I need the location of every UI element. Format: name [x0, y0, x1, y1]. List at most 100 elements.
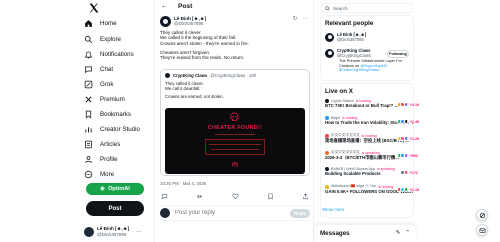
quote-image[interactable]: CHEATER FOUND!!	[165, 108, 305, 174]
avatar	[160, 208, 170, 218]
following-button[interactable]: Following	[387, 50, 409, 58]
relevant-people-panel: Relevant people Lê Đinh [☻,☻] @Dinh36789…	[320, 15, 414, 81]
articles-icon	[85, 140, 92, 148]
live-item[interactable]: 中文中文中文中文 is speaking 2026-3-4（BTC/ETH币圈山寨…	[325, 150, 418, 160]
quoted-post[interactable]: CryptKing Claws @CryptKingClaws · 10h Th…	[160, 69, 310, 176]
repost-icon[interactable]	[196, 193, 203, 200]
nav-notifications[interactable]: Notifications	[84, 48, 134, 60]
live-item[interactable]: 中文中文中文中文 is hosting 现场直播现场直播：空投上线 (BSC/BT…	[325, 133, 419, 143]
right-sidebar: Search Relevant people Lê Đinh [☻,☻] @Di…	[318, 0, 419, 242]
x-logo-icon[interactable]	[88, 2, 100, 14]
nav-profile-label: Profile	[100, 155, 118, 163]
crown-icon	[232, 161, 238, 167]
nav-home-label: Home	[100, 19, 117, 27]
listener-count: +1.4K	[407, 119, 419, 124]
left-sidebar: Home Explore Notifications Chat Grok Pre…	[78, 0, 154, 242]
author-handle[interactable]: @Dinh367895	[174, 21, 206, 26]
nav-explore-label: Explore	[100, 35, 121, 43]
tweet-text: They called it clever. We called it the …	[160, 30, 310, 60]
mail-icon	[479, 227, 485, 233]
nav-grok[interactable]: Grok	[84, 78, 113, 90]
avatar	[84, 227, 94, 237]
main-column: ← Post Lê Đinh [☻,☻] @Dinh367895 ↻ ··· T…	[154, 0, 314, 242]
nav-creator-studio-label: Creator Studio	[100, 125, 140, 133]
chevron-up-icon[interactable]: ⌃	[405, 230, 410, 236]
live-item[interactable]: Webdeploy! 🇨🇳 edge ⓝ Tue is hosting GAIN …	[325, 184, 419, 194]
back-arrow-icon[interactable]: ←	[161, 3, 168, 10]
messages-title: Messages	[320, 230, 350, 237]
post-actions	[161, 191, 309, 201]
relevant-user-bio: The Premier Infrastructure Layer For Cre…	[339, 58, 413, 73]
tweet-line: They're erased from the realm. No return…	[160, 55, 245, 61]
live-on-x-panel: Live on X Crypto Station is hosting BTC 7…	[320, 83, 419, 218]
post-button[interactable]: Post	[86, 201, 144, 216]
grok-explain-icon[interactable]: ↻	[293, 16, 298, 22]
grok-icon	[479, 212, 485, 218]
share-icon[interactable]	[302, 192, 309, 200]
nav-grok-label: Grok	[100, 80, 114, 88]
more-options-icon[interactable]: ···	[303, 16, 309, 22]
listener-count: +893	[407, 153, 418, 158]
relevant-user[interactable]: Lê Đinh [☻,☻] @Dinh367895	[325, 32, 366, 42]
nav-explore[interactable]: Explore	[84, 33, 121, 45]
x-premium-icon	[85, 96, 92, 102]
bookmark-icon	[85, 110, 92, 119]
reply-button[interactable]: Reply	[290, 208, 310, 218]
nav-bookmarks-label: Bookmarks	[100, 110, 131, 118]
quote-author-handle: @CryptKingClaws · 10h	[210, 73, 257, 78]
post-header: ← Post	[155, 0, 315, 13]
listener-count: +1.1K	[407, 187, 419, 192]
nav-creator-studio[interactable]: Creator Studio	[84, 123, 140, 135]
relevant-user[interactable]: CryptKing Claws @CryptKingClaws	[325, 48, 371, 58]
reply-icon[interactable]	[161, 193, 168, 200]
relevant-user-handle: @Dinh367895	[337, 37, 364, 42]
bio-link[interactable]: $ClottoCryptKingClaws	[339, 67, 379, 72]
cheater-found-title: CHEATER FOUND!!	[207, 125, 263, 131]
nav-home[interactable]: Home	[84, 17, 117, 29]
nav-premium[interactable]: Premium	[84, 93, 125, 105]
nav-more[interactable]: More	[84, 168, 114, 180]
more-options-icon[interactable]: ···	[136, 229, 141, 235]
more-icon	[84, 170, 93, 178]
nav-notifications-label: Notifications	[100, 50, 134, 58]
avatar	[325, 48, 334, 58]
show-more-link[interactable]: Show more	[322, 207, 344, 212]
live-item[interactable]: BANKR | Web3 Buyers App is speaking Build…	[325, 167, 418, 176]
nav-chat[interactable]: Chat	[84, 63, 113, 75]
author-avatar[interactable]	[160, 15, 171, 27]
quote-line: Crowns are earned, not stolen.	[165, 94, 224, 99]
live-item[interactable]: Bitget is hosting How to Trade the Iran V…	[325, 116, 419, 125]
listener-count: +1.2K	[407, 136, 419, 141]
account-switcher[interactable]: Lê Đinh [☻,☻] @Dinh367895 ···	[84, 223, 154, 241]
bell-icon	[84, 51, 93, 58]
search-input[interactable]: Search	[320, 3, 414, 13]
avatar	[325, 32, 334, 42]
reply-input[interactable]	[175, 210, 285, 216]
like-icon[interactable]	[232, 193, 239, 200]
nav-chat-label: Chat	[100, 65, 114, 73]
compose-message-icon[interactable]: ✎	[396, 230, 401, 236]
profile-icon	[85, 155, 92, 163]
quote-avatar	[165, 73, 170, 78]
listener-count: +3.1K	[407, 102, 419, 107]
optimai-label: OptimAI	[108, 186, 130, 192]
optimai-button[interactable]: ◉ OptimAI	[86, 183, 144, 195]
chat-float-button[interactable]	[476, 224, 488, 236]
nav-profile[interactable]: Profile	[84, 153, 118, 165]
live-on-x-title: Live on X	[325, 88, 353, 95]
nav-articles[interactable]: Articles	[84, 138, 120, 150]
post-timestamp[interactable]: 10:25 PM · Mar 4, 2026	[160, 181, 206, 186]
optimai-icon: ◉	[100, 186, 106, 192]
creator-studio-icon	[85, 126, 92, 132]
nav-premium-label: Premium	[100, 95, 125, 103]
grok-float-button[interactable]	[476, 209, 488, 221]
nav-articles-label: Articles	[100, 140, 121, 148]
page-title: Post	[178, 3, 193, 10]
reply-composer: Reply	[160, 205, 310, 221]
live-status: is speaking	[361, 150, 380, 155]
listener-count: +172	[407, 170, 418, 175]
live-item[interactable]: Crypto Station is hosting BTC 73K! Breako…	[325, 99, 419, 108]
messages-drawer[interactable]: Messages ✎ ⌃	[314, 224, 416, 242]
bookmark-icon[interactable]	[267, 193, 274, 200]
nav-bookmarks[interactable]: Bookmarks	[84, 108, 131, 120]
